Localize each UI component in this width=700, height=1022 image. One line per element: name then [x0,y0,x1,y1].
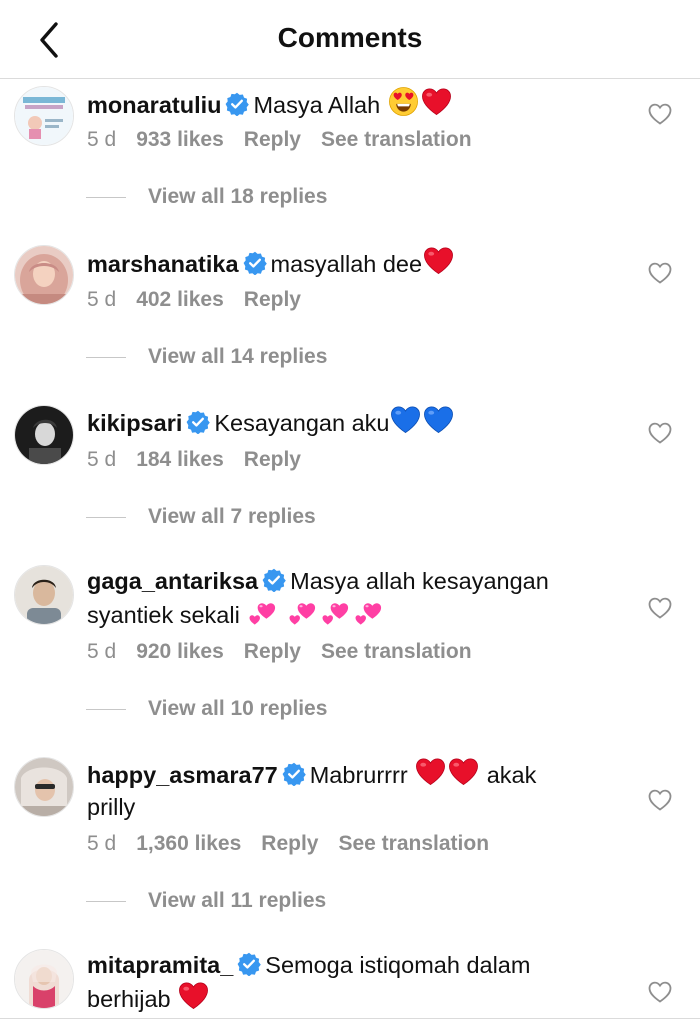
comment-text: Mabrurrrr [309,762,408,788]
comment-username[interactable]: monaratuliu [87,92,221,118]
reply-button[interactable]: Reply [244,288,301,311]
comment-text: Masya Allah [253,92,381,118]
verified-badge-icon [225,92,249,116]
comment-text-line2: prilly [87,794,136,820]
bottom-divider [0,1018,700,1019]
red-heart-emoji-icon [448,757,479,787]
likes-count[interactable]: 920 likes [136,640,224,663]
comment-meta: 5 d 933 likes Reply See translation [87,128,492,152]
comment-text: masyallah dee [270,251,423,277]
comment-text: Kesayangan aku [214,410,390,436]
like-heart-icon[interactable] [648,597,672,619]
view-replies-label[interactable]: View all 14 replies [148,345,327,368]
comment-text: Masya allah kesayangan [290,568,549,594]
view-replies[interactable]: View all 11 replies [86,889,326,919]
comment-username[interactable]: gaga_antariksa [87,568,258,594]
view-replies[interactable]: View all 18 replies [86,185,327,215]
comment-time: 5 d [87,640,117,663]
comment-username[interactable]: kikipsari [87,410,182,436]
avatar[interactable] [14,86,74,146]
comment-username[interactable]: mitapramita_ [87,952,233,978]
view-replies-label[interactable]: View all 10 replies [148,697,327,720]
reply-button[interactable]: Reply [244,128,301,151]
two-hearts-emoji-icon [353,597,384,627]
likes-count[interactable]: 1,360 likes [136,832,241,855]
comment-meta: 5 d 1,360 likes Reply See translation [87,832,509,856]
view-replies[interactable]: View all 14 replies [86,345,327,375]
like-heart-icon[interactable] [648,103,672,125]
comment-text: Semoga istiqomah dalam [265,952,531,978]
avatar[interactable] [14,405,74,465]
see-translation-button[interactable]: See translation [338,832,489,855]
avatar[interactable] [14,949,74,1009]
see-translation-button[interactable]: See translation [321,640,472,663]
reply-button[interactable]: Reply [244,448,301,471]
reply-divider [86,196,126,198]
like-heart-icon[interactable] [648,981,672,1003]
comment-meta: 5 d 920 likes Reply See translation [87,640,492,664]
red-heart-emoji-icon [423,246,454,276]
comment-text-line2: syantiek sekali [87,602,240,628]
two-hearts-emoji-icon [287,597,318,627]
red-heart-emoji-icon [415,757,446,787]
reply-button[interactable]: Reply [244,640,301,663]
comment-text-line2: berhijab [87,986,171,1012]
two-hearts-emoji-icon [247,597,278,627]
view-replies-label[interactable]: View all 11 replies [148,889,326,912]
likes-count[interactable]: 184 likes [136,448,224,471]
reply-divider [86,356,126,358]
verified-badge-icon [243,251,267,275]
like-heart-icon[interactable] [648,789,672,811]
view-replies-label[interactable]: View all 18 replies [148,185,327,208]
avatar[interactable] [14,757,74,817]
avatar[interactable] [14,565,74,625]
verified-badge-icon [186,410,210,434]
reply-divider [86,900,126,902]
comment-time: 5 d [87,832,117,855]
view-replies[interactable]: View all 10 replies [86,697,327,727]
reply-divider [86,516,126,518]
likes-count[interactable]: 402 likes [136,288,224,311]
view-replies-label[interactable]: View all 7 replies [148,505,316,528]
top-bar: Comments [0,0,700,79]
comment-meta: 5 d 402 likes Reply [87,288,321,312]
likes-count[interactable]: 933 likes [136,128,224,151]
heart-eyes-emoji-icon [388,86,419,117]
avatar[interactable] [14,245,74,305]
comment-username[interactable]: marshanatika [87,251,239,277]
red-heart-emoji-icon [178,981,209,1011]
comment-time: 5 d [87,288,117,311]
like-heart-icon[interactable] [648,262,672,284]
page-title: Comments [277,22,423,53]
blue-heart-emoji-icon [423,405,454,435]
reply-button[interactable]: Reply [261,832,318,855]
comment-time: 5 d [87,448,117,471]
view-replies[interactable]: View all 7 replies [86,505,316,535]
comment-text-after: akak [486,762,537,788]
comment-meta: 5 d 184 likes Reply [87,448,321,472]
comment-username[interactable]: happy_asmara77 [87,762,278,788]
red-heart-emoji-icon [421,87,452,117]
verified-badge-icon [282,762,306,786]
comment-time: 5 d [87,128,117,151]
verified-badge-icon [237,952,261,976]
like-heart-icon[interactable] [648,422,672,444]
blue-heart-emoji-icon [390,405,421,435]
see-translation-button[interactable]: See translation [321,128,472,151]
reply-divider [86,708,126,710]
two-hearts-emoji-icon [320,597,351,627]
verified-badge-icon [262,568,286,592]
